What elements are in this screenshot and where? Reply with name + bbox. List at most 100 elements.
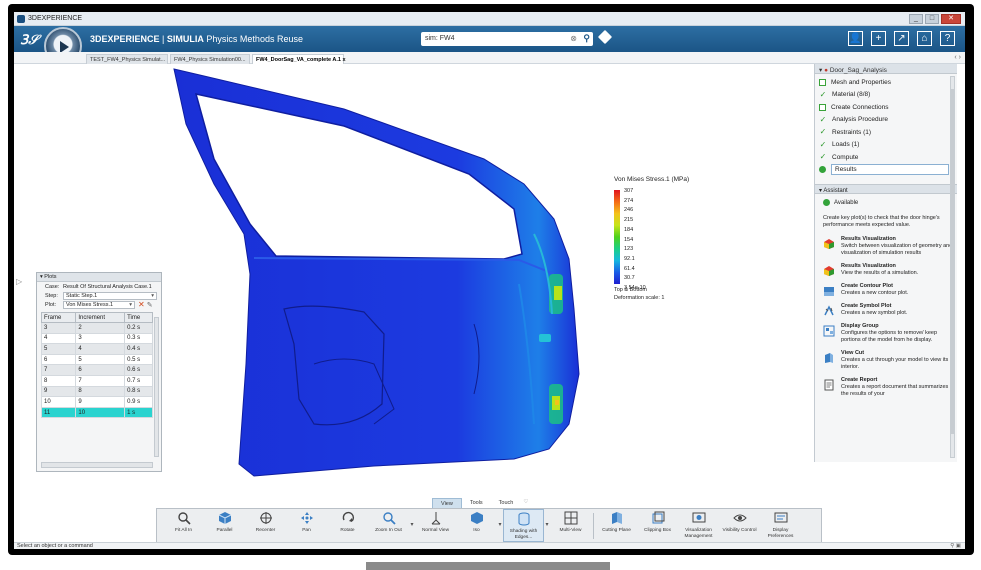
visualization-management-icon [692,511,706,525]
add-icon[interactable]: + [871,31,886,46]
visibility-control-button[interactable]: Visibility Control [719,509,760,542]
section-tab-touch[interactable]: Touch [491,498,522,508]
workflow-step[interactable]: ✓ Analysis Procedure [819,114,957,127]
pan-icon [300,511,314,525]
step-select[interactable]: Static Step.1 ▾ [63,291,157,300]
assistant-action-item[interactable]: Create Symbol Plot Creates a new symbol p… [815,300,957,320]
contour-legend[interactable]: Von Mises Stress.1 (MPa) 307 274 246 215… [614,176,690,301]
tab-test-physics-simulation[interactable]: TEST_FW4_Physics Simulat... [86,54,168,64]
table-cell: 0.5 s [124,353,153,366]
assistant-action-item[interactable]: Results Visualization Switch between visu… [815,233,957,260]
action-description: Creates a new symbol plot. [841,310,908,316]
favorite-icon[interactable]: ♡ [521,498,530,508]
table-row[interactable]: 5 4 0.4 s [40,343,153,355]
user-icon[interactable]: 👤 [848,31,863,46]
panel-scrollbar[interactable] [950,76,955,458]
action-description: Creates a report document that summarize… [841,384,949,397]
zoom-button[interactable]: Zoom In Out [368,509,409,542]
display-preferences-button[interactable]: Display Preferences [760,509,801,542]
analysis-panel-header[interactable]: ▾ ● Door_Sag_Analysis [815,64,957,74]
table-cell: 9 [75,396,126,408]
search-icon[interactable]: ⚲ [583,33,590,44]
tag-icon[interactable] [597,29,613,45]
table-vertical-scrollbar[interactable] [154,317,159,457]
frames-table: Frame Increment Time 3 2 0.2 s 4 3 0.3 s 5 4 0.4… [40,312,153,419]
column-header-time[interactable]: Time [124,312,153,323]
tool-label: Shading with Edges... [509,529,538,540]
visibility-control-icon [732,511,747,525]
analysis-icon: ● [824,67,829,74]
expand-left-panel-icon[interactable]: ▷ [16,277,22,286]
table-row[interactable]: 9 8 0.8 s [40,385,153,398]
normal-view-button[interactable]: Normal View [415,509,456,542]
iso-button[interactable]: Iso [456,509,497,542]
column-header-frame[interactable]: Frame [40,312,77,323]
plots-panel-header[interactable]: ▾ Plots [37,273,161,282]
workflow-step[interactable]: ✓ Material (8/8) [819,89,957,102]
legend-title: Von Mises Stress.1 (MPa) [614,176,690,183]
help-icon[interactable]: ? [940,31,955,46]
pencil-icon[interactable]: ✎ [147,301,153,309]
home-icon[interactable]: ⌂ [917,31,932,46]
table-row[interactable]: 11 10 1 s [40,406,153,419]
section-tab-tools[interactable]: Tools [462,498,491,508]
share-icon[interactable]: ↗ [894,31,909,46]
table-row[interactable]: 7 6 0.6 s [40,364,153,376]
action-bar: Fit All In Parallel Recenter Pan Rotate Zoom … [156,508,822,543]
table-cell: 3 [75,332,126,345]
table-row[interactable]: 6 5 0.5 s [40,353,153,366]
table-cell: 0.9 s [124,396,153,408]
legend-footer: Top & Bottom Deformation scale: 1 [614,287,665,301]
maximize-button[interactable]: □ [925,14,939,24]
workflow-step[interactable]: ✓ Compute [819,151,957,164]
workflow-step[interactable]: ✓ Restraints (1) [819,126,957,139]
table-cell: 4 [40,332,77,345]
assistant-action-item[interactable]: View Cut Creates a cut through your model… [815,347,957,374]
clipping-box-button[interactable]: Clipping Box [637,509,678,542]
column-header-increment[interactable]: Increment [75,312,126,323]
recenter-button[interactable]: Recenter [245,509,286,542]
table-cell: 8 [75,385,126,398]
parallel-button[interactable]: Parallel [204,509,245,542]
workflow-step[interactable]: ✓ Loads (1) [819,139,957,152]
status-icons[interactable]: ⚲ ▣ [950,543,961,549]
shading-button[interactable]: Shading with Edges... [503,509,544,542]
step-row: Step: Static Step.1 ▾ [37,291,161,300]
action-title: Results Visualization [841,236,896,242]
tab-physics-simulation[interactable]: FW4_Physics Simulation00... [170,54,250,64]
cutting-plane-button[interactable]: Cutting Plane [596,509,637,542]
close-tab-icon[interactable]: x [343,57,346,63]
fit-all-button[interactable]: Fit All In [163,509,204,542]
workflow-step[interactable]: Mesh and Properties [819,76,957,89]
table-horizontal-scrollbar[interactable] [41,462,153,468]
assistant-action-item[interactable]: Create Report Creates a report document t… [815,374,957,401]
table-row[interactable]: 10 9 0.9 s [40,396,153,408]
contour-plot-icon [823,285,835,297]
table-row[interactable]: 8 7 0.7 s [40,374,153,387]
assistant-action-item[interactable]: Create Contour Plot Creates a new contour… [815,280,957,300]
rotate-button[interactable]: Rotate [327,509,368,542]
pan-button[interactable]: Pan [286,509,327,542]
section-tab-view[interactable]: View [432,498,462,508]
search-input[interactable]: sim: FW4 ⊗ ⚲ [421,32,593,46]
tool-label: Visibility Control [722,528,757,533]
status-text: Select an object or a command [17,543,93,549]
multi-view-button[interactable]: Multi-View [550,509,591,542]
workflow-step[interactable]: Results [819,164,957,177]
table-row[interactable]: 3 2 0.2 s [40,322,153,334]
clear-search-icon[interactable]: ⊗ [570,34,577,43]
close-window-button[interactable]: ✕ [941,14,961,24]
action-title: View Cut [841,350,865,356]
minimize-button[interactable]: _ [909,14,923,24]
workflow-step[interactable]: Create Connections [819,101,957,114]
visualization-management-button[interactable]: Visualization Management [678,509,719,542]
tab-doorsag-complete[interactable]: FW4_DoorSag_VA_complete A.1 x [252,54,346,64]
plot-select[interactable]: Von Mises Stress.1 ▾ [63,300,135,309]
availability-status: Available [815,194,957,211]
tab-scroll-arrows[interactable]: ‹ › [954,54,961,61]
assistant-action-item[interactable]: Results Visualization View the results of… [815,260,957,280]
plot-edit-icon[interactable]: ✕ [138,300,145,309]
table-row[interactable]: 4 3 0.3 s [40,332,153,345]
assistant-action-item[interactable]: Display Group Configures the options to r… [815,320,957,347]
assistant-header[interactable]: ▾ Assistant [815,184,957,194]
